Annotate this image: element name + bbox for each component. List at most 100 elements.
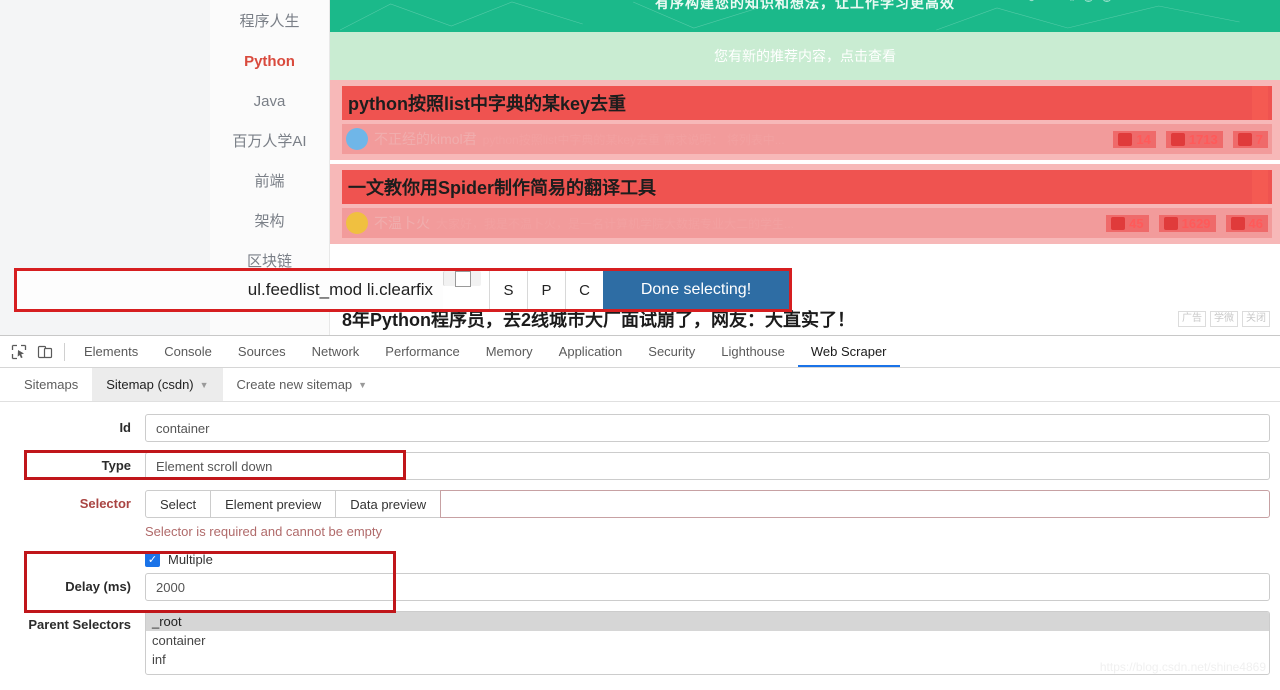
id-value: container — [156, 421, 209, 436]
thumbs-up-icon — [1111, 217, 1125, 230]
selector-enable-checkbox-cell[interactable] — [443, 271, 481, 286]
view-count: 1713 — [1189, 132, 1218, 147]
feed-item-meta-bar: 不正经的kimol君 python按照list中字典的某key去重 需求说明： … — [342, 124, 1272, 154]
selector-css-input[interactable]: ul.feedlist_mod li.clearfix — [17, 271, 443, 309]
multiple-checkbox[interactable]: ✓ — [145, 552, 160, 567]
type-value: Element scroll down — [156, 459, 272, 474]
multiple-checkbox-row[interactable]: ✓ Multiple — [145, 547, 1270, 571]
selector-button-c-label: C — [579, 282, 590, 299]
green-promo-banner[interactable]: 有序构建您的知识和想法，让工作学习更高效 ◦●◦◦⏸◎◎ — [330, 0, 1280, 32]
comment-stat: 7 — [1233, 131, 1268, 148]
selector-field-wrap: Select Element preview Data preview Sele… — [145, 490, 1280, 539]
delay-field-wrap: 2000 — [145, 573, 1280, 601]
comment-count: 7 — [1256, 132, 1263, 147]
comment-count: 46 — [1249, 216, 1263, 231]
view-stat: 1713 — [1166, 131, 1223, 148]
done-selecting-button[interactable]: Done selecting! — [603, 271, 789, 309]
ad-tag-0: 广告 — [1178, 311, 1206, 327]
selector-css-value: ul.feedlist_mod li.clearfix — [248, 280, 433, 300]
tab-application[interactable]: Application — [546, 336, 636, 367]
devtools-panel: Elements Console Sources Network Perform… — [0, 335, 1280, 690]
comment-icon — [1231, 217, 1245, 230]
form-row-parent-selectors: Parent Selectors _root container inf — [0, 611, 1280, 675]
tab-console[interactable]: Console — [151, 336, 225, 367]
selector-button-group: Select Element preview Data preview — [145, 490, 1270, 518]
eye-icon — [1164, 217, 1178, 230]
comment-icon — [1238, 133, 1252, 146]
tab-lighthouse[interactable]: Lighthouse — [708, 336, 798, 367]
delay-input[interactable]: 2000 — [145, 573, 1270, 601]
devtools-tabbar: Elements Console Sources Network Perform… — [0, 336, 1280, 368]
feed-item-title-tail — [1252, 86, 1268, 120]
feed-item-title-bar[interactable]: python按照list中字典的某key去重 — [342, 86, 1272, 120]
feed-item-title-bar[interactable]: 一文教你用Spider制作简易的翻译工具 — [342, 170, 1272, 204]
sidebar-item-label: 程序人生 — [239, 13, 299, 30]
id-input[interactable]: container — [145, 414, 1270, 442]
delay-value: 2000 — [156, 580, 185, 595]
web-scraper-selector-toolbar-highlight: ul.feedlist_mod li.clearfix S P C Done s… — [14, 268, 792, 312]
chevron-down-icon: ▼ — [200, 380, 209, 390]
inspect-element-icon[interactable] — [6, 339, 32, 365]
screen-root: 程序人生 Python Java 百万人学AI 前端 架构 区块链 数据库 有序… — [0, 0, 1280, 690]
sidebar-item-0[interactable]: 程序人生 — [210, 2, 329, 42]
selector-button-c[interactable]: C — [565, 271, 603, 309]
watermark: https://blog.csdn.net/shine4869 — [1100, 660, 1266, 674]
form-row-multiple: ✓ Multiple — [0, 547, 1280, 571]
done-selecting-label: Done selecting! — [641, 281, 751, 299]
feed-item-description: 大家好，我是不温卜火，是一名计算机学院大数据专业大二的学生... — [436, 215, 1100, 232]
feed-item-author[interactable]: 不正经的kimol君 — [374, 129, 477, 149]
feed-item[interactable]: python按照list中字典的某key去重 不正经的kimol君 python… — [330, 80, 1280, 160]
device-toolbar-icon[interactable] — [32, 339, 58, 365]
multiple-checkbox-label: Multiple — [168, 552, 213, 567]
sidebar-item-4[interactable]: 前端 — [210, 162, 329, 202]
data-preview-button[interactable]: Data preview — [335, 490, 441, 518]
tab-performance[interactable]: Performance — [372, 336, 472, 367]
tab-web-scraper[interactable]: Web Scraper — [798, 336, 900, 367]
parent-selector-option-root[interactable]: _root — [146, 612, 1269, 631]
inspect-element-glyph — [11, 344, 27, 360]
recommend-banner-text: 您有新的推荐内容，点击查看 — [714, 46, 896, 66]
sidebar-item-1[interactable]: Python — [210, 42, 329, 82]
type-field-wrap: Element scroll down — [145, 452, 1280, 480]
chevron-down-icon: ▼ — [358, 380, 367, 390]
eye-icon — [1171, 133, 1185, 146]
tab-memory[interactable]: Memory — [473, 336, 546, 367]
selector-enable-checkbox[interactable] — [455, 271, 471, 287]
view-stat: 1629 — [1159, 215, 1216, 232]
sidebar-item-5[interactable]: 架构 — [210, 202, 329, 242]
tab-network[interactable]: Network — [299, 336, 373, 367]
subtab-sitemaps[interactable]: Sitemaps — [10, 368, 92, 401]
recommend-banner[interactable]: 您有新的推荐内容，点击查看 — [330, 32, 1280, 80]
subtab-sitemap-csdn-label: Sitemap (csdn) — [106, 377, 193, 392]
selector-text-input[interactable] — [440, 490, 1270, 518]
subtab-sitemap-csdn[interactable]: Sitemap (csdn) ▼ — [92, 368, 222, 401]
form-row-type: Type Element scroll down — [0, 452, 1280, 482]
sidebar-item-3[interactable]: 百万人学AI — [210, 122, 329, 162]
web-scraper-subtabbar: Sitemaps Sitemap (csdn) ▼ Create new sit… — [0, 368, 1280, 402]
selector-label: Selector — [0, 490, 145, 518]
feed-item-author[interactable]: 不温卜火 — [374, 213, 430, 233]
selector-edit-form: Id container Type Element scroll down Se… — [0, 402, 1280, 675]
thumbs-up-icon — [1118, 133, 1132, 146]
tab-sources[interactable]: Sources — [225, 336, 299, 367]
selector-button-s[interactable]: S — [489, 271, 527, 309]
subtab-sitemaps-label: Sitemaps — [24, 377, 78, 392]
green-banner-text: 有序构建您的知识和想法，让工作学习更高效 — [330, 0, 1280, 13]
type-select[interactable]: Element scroll down — [145, 452, 1270, 480]
id-field-wrap: container — [145, 414, 1280, 442]
selector-button-p[interactable]: P — [527, 271, 565, 309]
sidebar-item-label: Java — [254, 93, 286, 110]
tab-security[interactable]: Security — [635, 336, 708, 367]
id-label: Id — [0, 414, 145, 442]
select-button[interactable]: Select — [145, 490, 211, 518]
tab-elements[interactable]: Elements — [71, 336, 151, 367]
element-preview-button[interactable]: Element preview — [210, 490, 336, 518]
feed-item[interactable]: 一文教你用Spider制作简易的翻译工具 不温卜火 大家好，我是不温卜火，是一名… — [330, 164, 1280, 244]
ad-tag-2[interactable]: 关闭 — [1242, 311, 1270, 327]
sidebar-item-2[interactable]: Java — [210, 82, 329, 122]
multiple-field-wrap: ✓ Multiple — [145, 547, 1280, 571]
sidebar-item-label: Python — [244, 53, 295, 70]
parent-selector-option-container[interactable]: container — [146, 631, 1269, 650]
subtab-create-new-sitemap[interactable]: Create new sitemap ▼ — [223, 368, 382, 401]
form-row-delay: Delay (ms) 2000 — [0, 573, 1280, 603]
